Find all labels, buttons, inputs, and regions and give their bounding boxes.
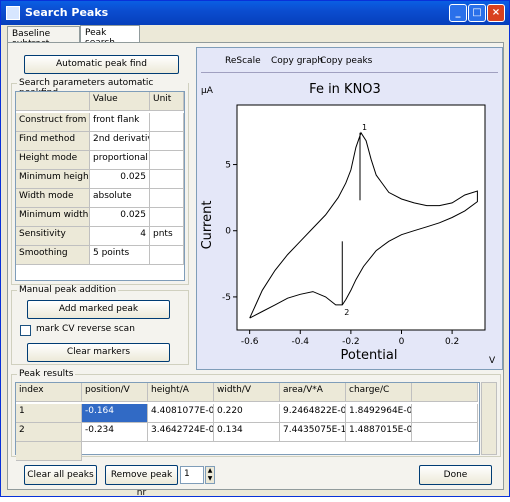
results-cell[interactable]: -0.164 <box>82 404 148 423</box>
results-cell[interactable]: 9.2464822E-08 <box>280 404 346 423</box>
search-parameters-table: Value Unit Construct from front flank Find m… <box>15 91 185 281</box>
param-value[interactable]: 4 <box>90 227 150 246</box>
y-tick-label: 5 <box>225 161 231 171</box>
title-bar[interactable]: Search Peaks _ □ × <box>1 1 509 25</box>
param-value[interactable]: 5 points <box>90 246 150 265</box>
results-cell[interactable]: 1 <box>16 404 82 423</box>
param-name: Find method <box>16 132 90 151</box>
y-tick-label: -5 <box>222 293 231 303</box>
x-tick-label: 0 <box>399 337 405 347</box>
app-icon <box>6 6 20 20</box>
x-axis-label: Potential <box>341 348 398 363</box>
param-value[interactable]: front flank <box>90 113 150 132</box>
manual-peak-addition-title: Manual peak addition <box>17 285 119 295</box>
x-unit-label: V <box>489 356 496 366</box>
results-header-3: width/V <box>214 383 280 402</box>
peak-number-spinner[interactable]: ▲ ▼ <box>205 466 215 484</box>
add-marked-peak-button[interactable]: Add marked peak <box>27 300 170 319</box>
tab-baseline-subtract[interactable]: Baseline subtract <box>7 26 80 49</box>
param-header-name <box>16 92 90 111</box>
maximize-button[interactable]: □ <box>468 4 486 22</box>
peak-results-table: index position/V height/A width/V area/V*A ch… <box>15 382 480 461</box>
done-button[interactable]: Done <box>419 465 492 485</box>
results-cell[interactable]: 1.8492964E-06 <box>346 404 412 423</box>
param-unit[interactable] <box>150 189 184 208</box>
plot-area <box>236 104 486 331</box>
x-tick-label: -0.4 <box>291 337 309 347</box>
cv-plot[interactable]: Fe in KNO3 µA V Potential Current -0.6 -0… <box>197 75 502 369</box>
results-cell[interactable]: 0.134 <box>214 423 280 442</box>
chart-frame: ReScale Copy graph Copy peaks Fe in KNO3… <box>196 47 503 370</box>
param-unit[interactable] <box>150 170 184 189</box>
param-unit[interactable]: pnts <box>150 227 184 246</box>
results-cell[interactable]: 3.4642724E-06 <box>148 423 214 442</box>
results-header-0: index <box>16 383 82 402</box>
y-tick-label: 0 <box>225 227 231 237</box>
results-cell[interactable]: 4.4081077E-06 <box>148 404 214 423</box>
x-tick-label: 0.2 <box>445 337 459 347</box>
param-name: Smoothing <box>16 246 90 265</box>
param-unit[interactable] <box>150 132 184 151</box>
results-cell[interactable]: 0.220 <box>214 404 280 423</box>
results-header-5: charge/C <box>346 383 412 402</box>
x-tick-label: -0.2 <box>342 337 360 347</box>
results-cell-blank[interactable] <box>412 404 478 423</box>
param-value[interactable]: 2nd derivative <box>90 132 150 151</box>
remove-peak-button[interactable]: Remove peak nr <box>105 465 178 498</box>
results-scrollbar[interactable] <box>481 382 497 455</box>
param-name: Height mode <box>16 151 90 170</box>
results-cell-blank[interactable] <box>412 423 478 442</box>
param-name: Minimum width <box>16 208 90 227</box>
param-value[interactable]: 0.025 <box>90 170 150 189</box>
results-row-empty <box>16 442 82 461</box>
param-value[interactable]: 0.025 <box>90 208 150 227</box>
clear-markers-button[interactable]: Clear markers <box>27 343 170 362</box>
param-unit[interactable] <box>150 151 184 170</box>
param-unit[interactable] <box>150 113 184 132</box>
y-unit-label: µA <box>201 86 214 96</box>
manual-peak-addition-group: Manual peak addition Add marked peak mar… <box>11 285 189 365</box>
tab-peak-search[interactable]: Peak search <box>80 25 140 48</box>
x-tick-label: -0.6 <box>241 337 259 347</box>
param-value[interactable]: absolute <box>90 189 150 208</box>
search-parameters-group: Search parameters automatic peakfind Val… <box>11 78 189 285</box>
param-name: Minimum height <box>16 170 90 189</box>
mark-cv-reverse-label: mark CV reverse scan <box>36 324 135 334</box>
results-cell[interactable]: -0.234 <box>82 423 148 442</box>
chart-title: Fe in KNO3 <box>309 82 381 97</box>
remove-peak-number-input[interactable]: 1 <box>180 466 204 484</box>
results-header-2: height/A <box>148 383 214 402</box>
results-cell[interactable]: 7.4435075E-10 <box>280 423 346 442</box>
copy-peaks-button[interactable]: Copy peaks <box>320 56 372 66</box>
results-header-4: area/V*A <box>280 383 346 402</box>
search-peaks-window: Search Peaks _ □ × Baseline subtract Pea… <box>0 0 510 498</box>
param-name: Sensitivity <box>16 227 90 246</box>
window-title: Search Peaks <box>25 6 109 19</box>
peak-results-title: Peak results <box>17 369 76 379</box>
clear-all-peaks-button[interactable]: Clear all peaks <box>24 465 97 485</box>
peak-marker-label: 2 <box>344 308 349 317</box>
peak-marker-label: 1 <box>362 123 367 132</box>
peak-results-group: Peak results index position/V height/A widt… <box>11 369 501 461</box>
automatic-peak-find-button[interactable]: Automatic peak find <box>24 55 179 74</box>
results-cell[interactable]: 1.4887015E-08 <box>346 423 412 442</box>
param-value[interactable]: proportional <box>90 151 150 170</box>
param-header-unit: Unit <box>150 92 184 111</box>
results-header-blank <box>412 383 478 402</box>
results-cell[interactable]: 2 <box>16 423 82 442</box>
peak-search-panel: Automatic peak find Search parameters au… <box>7 42 504 498</box>
param-name: Width mode <box>16 189 90 208</box>
copy-graph-button[interactable]: Copy graph <box>271 56 323 66</box>
minimize-button[interactable]: _ <box>449 4 467 22</box>
param-unit[interactable] <box>150 246 184 265</box>
param-header-value: Value <box>90 92 150 111</box>
y-axis-label: Current <box>200 201 215 250</box>
chart-toolbar: ReScale Copy graph Copy peaks <box>201 52 498 73</box>
results-header-1: position/V <box>82 383 148 402</box>
close-button[interactable]: × <box>487 4 505 22</box>
param-unit[interactable] <box>150 208 184 227</box>
rescale-button[interactable]: ReScale <box>225 56 261 66</box>
param-name: Construct from <box>16 113 90 132</box>
mark-cv-reverse-checkbox[interactable] <box>20 325 31 336</box>
